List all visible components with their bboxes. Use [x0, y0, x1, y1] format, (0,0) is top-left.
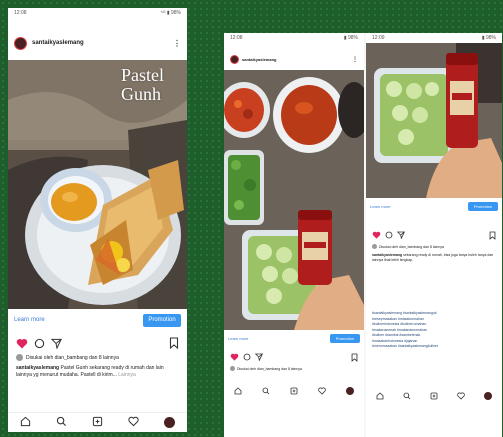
search-icon[interactable] — [262, 382, 270, 400]
caption: santaikyaslemang Pastel Gunh sekarang re… — [16, 365, 179, 379]
action-bar — [16, 336, 179, 350]
share-icon[interactable] — [255, 353, 263, 361]
screenshot-b: 12:09 ▮ 98% Learn more Promotion Disukai… — [366, 33, 502, 437]
food-photo-sambal — [224, 70, 364, 330]
likes-row: Disukai oleh dian_bambang dan 8 lainnya — [16, 354, 181, 361]
search-icon[interactable] — [56, 414, 67, 432]
comment-icon[interactable] — [385, 231, 393, 239]
home-icon[interactable] — [20, 414, 31, 432]
heart-icon[interactable] — [230, 353, 239, 361]
learn-more-link[interactable]: Learn more — [14, 317, 45, 323]
likes-row: Disukai oleh dian_bambang dan 8 lainnya — [372, 244, 496, 249]
action-bar — [372, 230, 496, 240]
phone-left: 12:08 ⁵ᴳ ▮ 98% santaikyaslemang ⋮ Pastel… — [8, 8, 187, 432]
status-time: 12:08 — [14, 10, 27, 16]
caption-username[interactable]: santaikyaslemang — [372, 253, 402, 257]
cta-bar: Learn more Promotion — [224, 330, 364, 346]
overlay-title: Pastel Gunh — [121, 65, 164, 104]
bookmark-icon[interactable] — [169, 337, 179, 349]
caption-username[interactable]: santaikyaslemang — [16, 365, 59, 371]
status-bar: 12:08 ▮ 98% — [224, 33, 364, 42]
status-bar: 12:09 ▮ 98% — [366, 33, 502, 42]
learn-more-link[interactable]: Learn more — [370, 204, 390, 209]
post-photo[interactable] — [224, 70, 364, 330]
post-header: santaikyaslemang ⋮ — [8, 32, 187, 54]
caption: santaikyaslemang sekarang ready di rumah… — [372, 253, 496, 263]
action-bar — [230, 352, 358, 362]
hashtag-line[interactable]: #menumasakan #santaikyaslemangkuliner — [372, 344, 496, 350]
add-post-icon[interactable] — [430, 387, 438, 405]
activity-heart-icon[interactable] — [318, 382, 326, 400]
avatar[interactable] — [230, 54, 239, 64]
post-photo[interactable] — [366, 43, 502, 198]
promotion-button[interactable]: Promotion — [468, 201, 498, 211]
cta-bar: Learn more Promotion — [366, 198, 502, 214]
home-icon[interactable] — [234, 382, 242, 400]
learn-more-link[interactable]: Learn more — [228, 336, 248, 341]
add-post-icon[interactable] — [290, 382, 298, 400]
promotion-button[interactable]: Promotion — [143, 313, 181, 327]
likes-row: Disukai oleh dian_bambang dan 8 lainnya — [230, 366, 358, 371]
profile-avatar-icon[interactable] — [163, 417, 175, 428]
status-indicators: ⁵ᴳ ▮ 98% — [160, 10, 181, 16]
hashtag-list: #santaikyaslemang #santaikyaslemanguk #r… — [372, 311, 496, 350]
avatar[interactable] — [14, 36, 27, 50]
liker-avatar — [372, 244, 377, 249]
likes-text[interactable]: Disukai oleh dian_bambang dan 8 lainnya — [379, 245, 444, 249]
comment-icon[interactable] — [34, 338, 45, 349]
bottom-nav — [224, 383, 364, 399]
post-header: santaikyaslemang ⋮ — [224, 52, 364, 66]
profile-avatar-icon[interactable] — [484, 392, 493, 400]
status-indicators: ▮ 98% — [343, 35, 358, 41]
activity-heart-icon[interactable] — [457, 387, 465, 405]
food-photo-sambal-closeup — [366, 43, 502, 198]
likes-text[interactable]: Disukai oleh dian_bambang dan 8 lainnya — [26, 355, 119, 361]
caption-more-link[interactable]: Lainnya — [118, 372, 136, 378]
share-icon[interactable] — [397, 231, 405, 239]
search-icon[interactable] — [403, 387, 411, 405]
more-options-icon[interactable]: ⋮ — [173, 39, 181, 48]
phone-right: 12:08 ▮ 98% santaikyaslemang ⋮ Learn mor… — [224, 33, 502, 437]
bookmark-icon[interactable] — [489, 231, 496, 240]
promotion-button[interactable]: Promotion — [330, 333, 360, 343]
bottom-nav — [8, 412, 187, 432]
bookmark-icon[interactable] — [351, 353, 358, 362]
likes-text[interactable]: Disukai oleh dian_bambang dan 8 lainnya — [237, 367, 302, 371]
home-icon[interactable] — [376, 387, 384, 405]
status-time: 12:09 — [372, 35, 385, 41]
status-indicators: ▮ 98% — [481, 35, 496, 41]
status-bar: 12:08 ⁵ᴳ ▮ 98% — [8, 8, 187, 17]
heart-icon[interactable] — [372, 231, 381, 239]
profile-avatar-icon[interactable] — [346, 387, 354, 395]
status-time: 12:08 — [230, 35, 243, 41]
add-post-icon[interactable] — [92, 414, 103, 432]
comment-icon[interactable] — [243, 353, 251, 361]
screenshot-a: 12:08 ▮ 98% santaikyaslemang ⋮ Learn mor… — [224, 33, 364, 437]
more-options-icon[interactable]: ⋮ — [352, 56, 358, 63]
account-name[interactable]: santaikyaslemang — [242, 57, 276, 62]
account-name[interactable]: santaikyaslemang — [32, 40, 84, 46]
cta-bar: Learn more Promotion — [8, 309, 187, 331]
bottom-nav — [366, 388, 502, 404]
share-icon[interactable] — [51, 338, 62, 349]
post-photo[interactable]: Pastel Gunh — [8, 60, 187, 309]
activity-heart-icon[interactable] — [128, 414, 139, 432]
liker-avatar — [230, 366, 235, 371]
liker-avatar — [16, 354, 23, 361]
heart-icon[interactable] — [16, 338, 28, 349]
